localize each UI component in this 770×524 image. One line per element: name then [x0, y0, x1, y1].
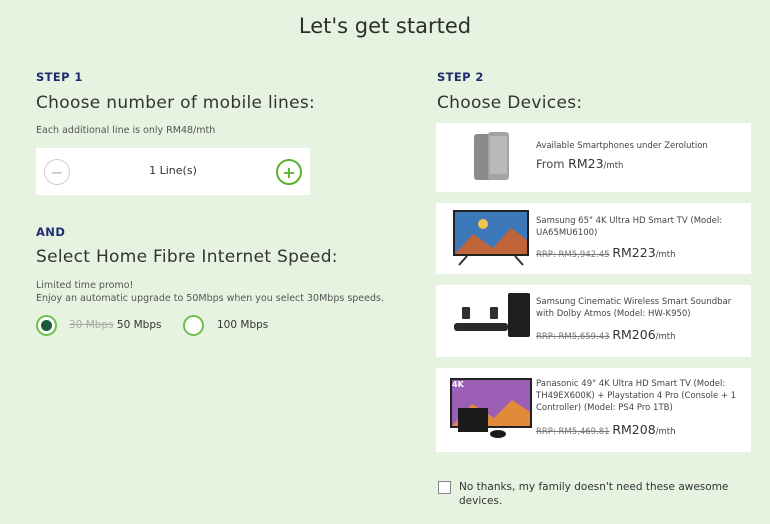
lines-note: Each additional line is only RM48/mth — [36, 125, 216, 136]
device-price: RRP: RM5,469.81 RM208/mth — [536, 422, 676, 438]
price-value: RM208 — [612, 422, 656, 437]
device-price: RRP: RM5,659.43 RM206/mth — [536, 327, 676, 343]
soundbar-image — [454, 293, 530, 337]
price-per: /mth — [655, 427, 676, 437]
price-value: RM23 — [568, 156, 604, 171]
device-card-panasonic-ps4[interactable]: 4K Panasonic 49" 4K Ultra HD Smart TV (M… — [436, 368, 751, 452]
step2-heading: Choose Devices: — [437, 93, 583, 113]
and-label: AND — [36, 225, 66, 239]
speed-100-label[interactable]: 100 Mbps — [217, 319, 268, 331]
rrp-price: RRP: RM5,659.43 — [536, 332, 610, 342]
device-price: From RM23/mth — [536, 156, 624, 172]
rrp-price: RRP: RM5,942.45 — [536, 250, 610, 260]
4k-badge-icon: 4K — [452, 380, 464, 389]
device-name: Available Smartphones under Zerolution — [536, 141, 708, 151]
price-value: RM223 — [612, 245, 656, 260]
fibre-heading: Select Home Fibre Internet Speed: — [36, 247, 338, 267]
increase-lines-button[interactable]: + — [276, 159, 302, 185]
price-per: /mth — [655, 250, 676, 260]
promo-title: Limited time promo! — [36, 280, 134, 291]
price-per: /mth — [603, 161, 624, 171]
price-prefix: From — [536, 157, 569, 171]
speed-old-label: 30 Mbps — [69, 319, 114, 331]
device-name: Samsung 65" 4K Ultra HD Smart TV (Model:… — [536, 216, 723, 238]
device-price: RRP: RM5,942.45 RM223/mth — [536, 245, 676, 261]
step1-heading: Choose number of mobile lines: — [36, 93, 316, 113]
lines-count: 1 Line(s) — [149, 164, 197, 177]
step2-label: STEP 2 — [437, 70, 484, 84]
rrp-price: RRP: RM5,469.81 — [536, 427, 610, 437]
step1-label: STEP 1 — [36, 70, 83, 84]
device-card-soundbar[interactable]: Samsung Cinematic Wireless Smart Soundba… — [436, 285, 751, 357]
lines-stepper: − 1 Line(s) + — [36, 148, 310, 195]
smartphones-image — [474, 132, 509, 180]
device-name: Samsung Cinematic Wireless Smart Soundba… — [536, 297, 732, 319]
page-title: Let's get started — [298, 14, 472, 38]
speed-100-radio[interactable] — [183, 315, 204, 336]
no-thanks-label[interactable]: No thanks, my family doesn't need these … — [459, 480, 749, 508]
samsung-tv-image — [453, 210, 529, 266]
device-card-smartphones[interactable]: Available Smartphones under Zerolution F… — [436, 123, 751, 192]
promo-text: Enjoy an automatic upgrade to 50Mbps whe… — [36, 293, 384, 304]
speed-50-radio[interactable] — [36, 315, 57, 336]
device-card-samsung-tv[interactable]: Samsung 65" 4K Ultra HD Smart TV (Model:… — [436, 203, 751, 274]
speed-50-label[interactable]: 30 Mbps 50 Mbps — [69, 319, 161, 331]
price-per: /mth — [655, 332, 676, 342]
no-thanks-checkbox[interactable] — [438, 481, 451, 494]
device-name: Panasonic 49" 4K Ultra HD Smart TV (Mode… — [536, 379, 737, 413]
speed-50-text: 50 Mbps — [116, 319, 162, 331]
price-value: RM206 — [612, 327, 656, 342]
